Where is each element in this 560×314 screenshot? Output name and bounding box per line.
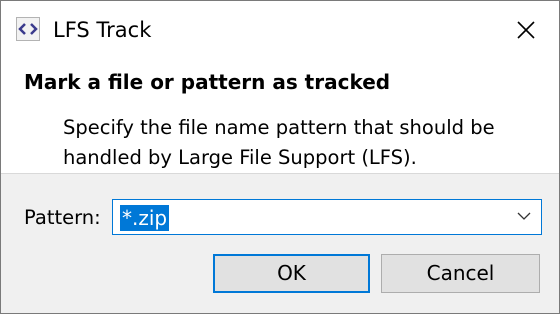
pattern-combobox[interactable]: *.zip bbox=[112, 199, 542, 235]
dialog-heading: Mark a file or pattern as tracked bbox=[24, 70, 391, 94]
ok-button[interactable]: OK bbox=[213, 254, 370, 293]
code-brackets-icon bbox=[16, 17, 40, 41]
pattern-label: Pattern: bbox=[24, 206, 101, 229]
chevron-down-icon[interactable] bbox=[517, 211, 531, 221]
lfs-track-dialog: LFS Track Mark a file or pattern as trac… bbox=[0, 0, 560, 314]
window-title: LFS Track bbox=[53, 18, 152, 42]
dialog-description: Specify the file name pattern that shoul… bbox=[63, 116, 495, 169]
title-bar: LFS Track bbox=[1, 1, 559, 61]
pattern-input[interactable]: *.zip bbox=[120, 205, 170, 231]
cancel-button[interactable]: Cancel bbox=[381, 254, 540, 293]
close-button[interactable] bbox=[499, 1, 553, 59]
form-panel bbox=[1, 174, 559, 313]
close-icon bbox=[517, 21, 535, 39]
